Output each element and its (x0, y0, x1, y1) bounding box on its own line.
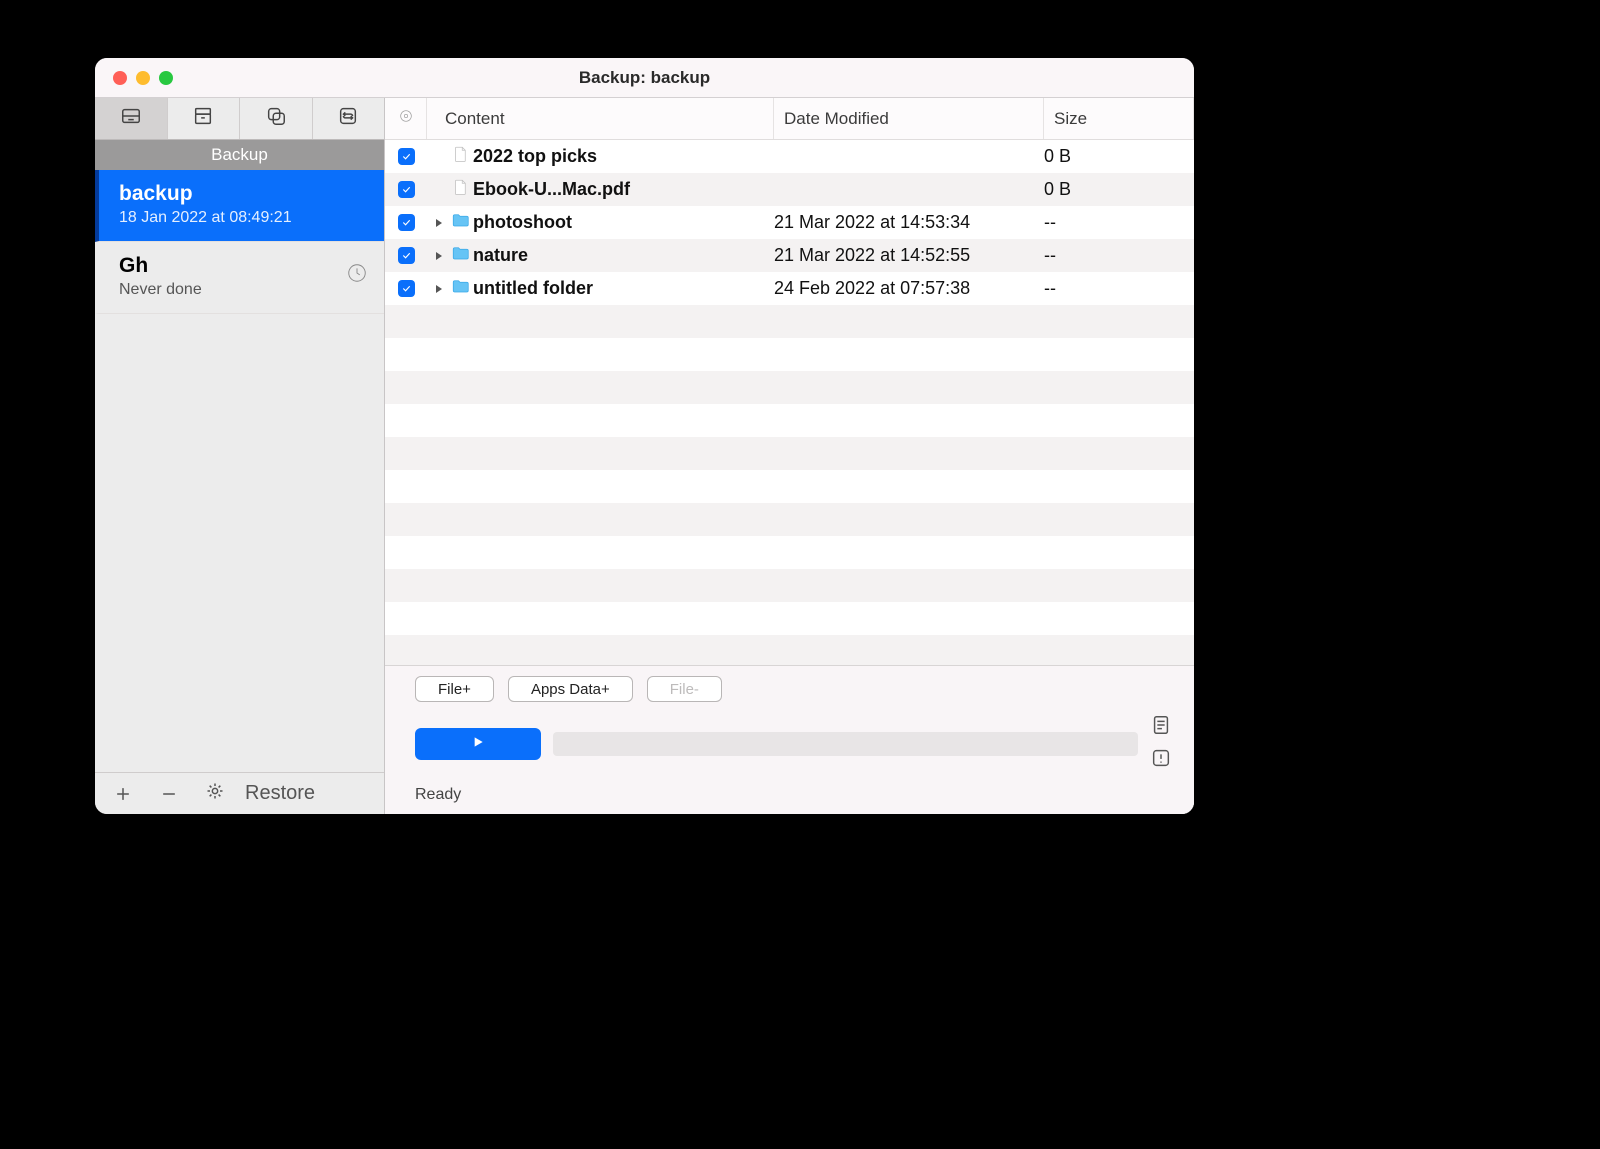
file-add-button[interactable]: File+ (415, 676, 494, 702)
table-row (385, 338, 1194, 371)
table-row[interactable]: photoshoot 21 Mar 2022 at 14:53:34-- (385, 206, 1194, 239)
disclosure-icon[interactable] (431, 251, 447, 261)
table-row[interactable]: nature 21 Mar 2022 at 14:52:55-- (385, 239, 1194, 272)
drawer-icon (120, 105, 142, 132)
restore-button[interactable]: Restore (245, 782, 315, 805)
sidebar-item-title: backup (119, 182, 364, 206)
column-header-content[interactable]: Content (427, 98, 774, 139)
sidebar-item-gh[interactable]: Gh Never done (95, 242, 384, 314)
sidebar-item-subtitle: 18 Jan 2022 at 08:49:21 (119, 209, 364, 227)
row-name: nature (473, 245, 528, 266)
sidebar-footer: Restore (95, 772, 384, 814)
file-list: 2022 top picks 0 B Ebook-U...Mac.pdf 0 B pho… (385, 140, 1194, 665)
table-row (385, 602, 1194, 635)
column-header-row: Content Date Modified Size (385, 98, 1194, 140)
checkbox[interactable] (398, 214, 415, 231)
clock-icon (346, 262, 368, 289)
titlebar: Backup: backup (95, 58, 1194, 98)
table-row[interactable]: untitled folder 24 Feb 2022 at 07:57:38-- (385, 272, 1194, 305)
checkbox[interactable] (398, 280, 415, 297)
row-size: -- (1044, 278, 1194, 299)
disclosure-icon[interactable] (431, 284, 447, 294)
sidebar-tab-backup[interactable] (95, 98, 168, 139)
run-button[interactable] (415, 728, 541, 760)
sidebar-tab-sync[interactable] (313, 98, 385, 139)
folder-icon (451, 210, 469, 235)
row-date: 21 Mar 2022 at 14:53:34 (774, 212, 1044, 233)
table-row (385, 470, 1194, 503)
table-row[interactable]: Ebook-U...Mac.pdf 0 B (385, 173, 1194, 206)
sidebar-item-title: Gh (119, 254, 364, 278)
table-row (385, 404, 1194, 437)
sidebar-toolbar (95, 98, 384, 140)
table-row[interactable]: 2022 top picks 0 B (385, 140, 1194, 173)
settings-button[interactable] (195, 778, 235, 810)
row-size: -- (1044, 212, 1194, 233)
row-name: Ebook-U...Mac.pdf (473, 179, 630, 200)
checkbox[interactable] (398, 247, 415, 264)
checkbox[interactable] (398, 148, 415, 165)
row-name: 2022 top picks (473, 146, 597, 167)
log-icon[interactable] (1150, 714, 1172, 741)
alert-icon[interactable] (1150, 747, 1172, 774)
zoom-button[interactable] (159, 71, 173, 85)
archive-icon (192, 105, 214, 132)
traffic-lights (113, 71, 173, 85)
table-row (385, 635, 1194, 665)
sidebar-list: backup 18 Jan 2022 at 08:49:21 Gh Never … (95, 170, 384, 772)
main-panel: Content Date Modified Size 2022 top pick… (385, 98, 1194, 814)
target-icon (398, 108, 414, 129)
document-icon (451, 177, 469, 202)
gear-icon (205, 781, 225, 807)
progress-bar (553, 732, 1138, 756)
file-remove-button: File- (647, 676, 722, 702)
close-button[interactable] (113, 71, 127, 85)
status-text: Ready (415, 786, 1172, 804)
table-row (385, 569, 1194, 602)
play-icon (470, 734, 486, 755)
sidebar-item-backup[interactable]: backup 18 Jan 2022 at 08:49:21 (95, 170, 384, 242)
row-date: 21 Mar 2022 at 14:52:55 (774, 245, 1044, 266)
apps-data-button[interactable]: Apps Data+ (508, 676, 633, 702)
add-button[interactable] (103, 778, 143, 810)
table-row (385, 437, 1194, 470)
minimize-button[interactable] (136, 71, 150, 85)
copy-icon (265, 105, 287, 132)
app-window: Backup: backup (95, 58, 1194, 814)
folder-icon (451, 243, 469, 268)
sync-icon (337, 105, 359, 132)
sidebar: Backup backup 18 Jan 2022 at 08:49:21 Gh… (95, 98, 385, 814)
disclosure-icon[interactable] (431, 218, 447, 228)
bottom-bar: File+ Apps Data+ File- Ready (385, 665, 1194, 814)
document-icon (451, 144, 469, 169)
sidebar-tab-copy[interactable] (240, 98, 313, 139)
row-size: 0 B (1044, 179, 1194, 200)
sidebar-tab-archive[interactable] (168, 98, 241, 139)
column-header-date[interactable]: Date Modified (774, 98, 1044, 139)
remove-button[interactable] (149, 778, 189, 810)
sidebar-item-subtitle: Never done (119, 281, 364, 299)
table-row (385, 503, 1194, 536)
sidebar-section-header: Backup (95, 140, 384, 170)
row-name: photoshoot (473, 212, 572, 233)
folder-icon (451, 276, 469, 301)
row-date: 24 Feb 2022 at 07:57:38 (774, 278, 1044, 299)
window-title: Backup: backup (95, 68, 1194, 88)
row-size: -- (1044, 245, 1194, 266)
column-header-size[interactable]: Size (1044, 98, 1194, 139)
table-row (385, 371, 1194, 404)
table-row (385, 305, 1194, 338)
row-name: untitled folder (473, 278, 593, 299)
checkbox[interactable] (398, 181, 415, 198)
column-header-checkbox[interactable] (385, 98, 427, 139)
table-row (385, 536, 1194, 569)
row-size: 0 B (1044, 146, 1194, 167)
